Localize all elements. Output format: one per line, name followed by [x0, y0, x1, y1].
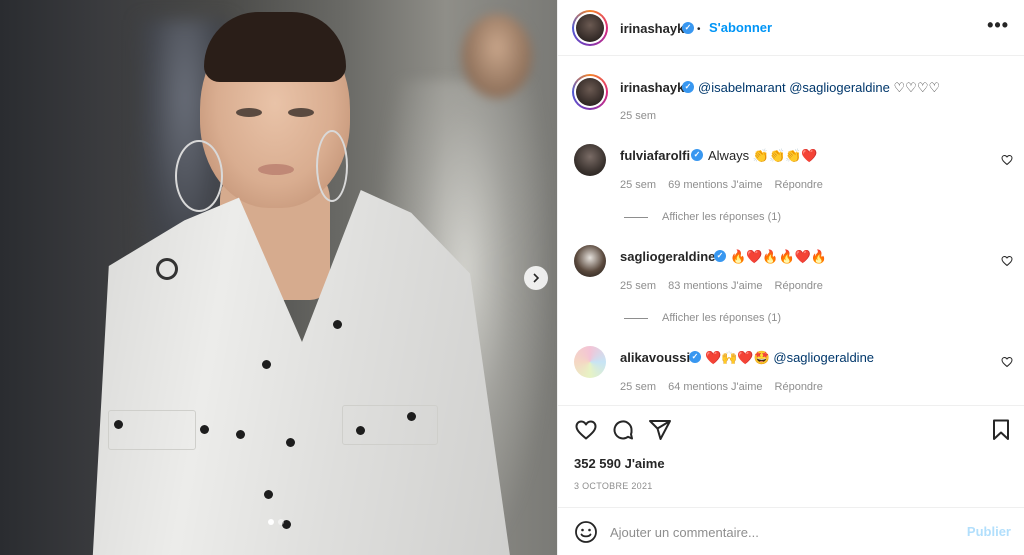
like-icon[interactable] — [574, 418, 598, 442]
post-header: irinashayk ✓ • S'abonner ••• — [558, 0, 1024, 56]
jacket-button — [236, 430, 245, 439]
model-eye-right — [288, 108, 314, 117]
comment-time[interactable]: 25 sem — [620, 179, 656, 191]
comment-meta: 25 sem 69 mentions J'aime Répondre — [620, 179, 823, 191]
verified-icon: ✓ — [682, 22, 694, 34]
caption-avatar[interactable] — [572, 74, 608, 110]
caption-text: @isabelmarant @sagliogeraldine ♡♡♡♡ — [698, 80, 940, 96]
model-hair — [204, 12, 346, 82]
jacket-button — [200, 425, 209, 434]
heart-small-icon[interactable] — [1001, 356, 1013, 368]
comment-body: Always — [708, 148, 750, 163]
comment-emoji: 🔥❤️🔥🔥❤️🔥 — [730, 250, 828, 265]
comment-avatar[interactable] — [574, 346, 606, 378]
jacket-button — [262, 360, 271, 369]
caption-meta: 25 sem — [620, 110, 656, 122]
jacket-button — [407, 412, 416, 421]
comment-username[interactable]: sagliogeraldine — [620, 249, 715, 264]
comment-time[interactable]: 25 sem — [620, 280, 656, 292]
reply-button[interactable]: Répondre — [775, 381, 823, 393]
caption-hearts: ♡♡♡♡ — [893, 81, 941, 96]
chevron-right-icon — [533, 273, 540, 283]
caption-time[interactable]: 25 sem — [620, 110, 656, 122]
jacket-pocket-right — [342, 405, 438, 445]
view-replies-button[interactable]: Afficher les réponses (1) — [624, 312, 781, 324]
action-bar — [558, 405, 1024, 451]
comment-likes[interactable]: 64 mentions J'aime — [668, 381, 762, 393]
caption-mentions[interactable]: @isabelmarant @sagliogeraldine — [698, 80, 890, 95]
post-date[interactable]: 3 OCTOBRE 2021 — [574, 481, 653, 491]
comment-meta: 25 sem 64 mentions J'aime Répondre — [620, 381, 823, 393]
comment-meta: 25 sem 83 mentions J'aime Répondre — [620, 280, 823, 292]
post-sidebar: irinashayk ✓ • S'abonner ••• irinashayk … — [557, 0, 1024, 555]
carousel-dot-active — [268, 519, 274, 525]
comment-time[interactable]: 25 sem — [620, 381, 656, 393]
emoji-icon[interactable] — [574, 520, 598, 544]
hoop-earring-left — [175, 140, 223, 212]
comment-emoji: ❤️🙌❤️🤩 — [705, 351, 770, 366]
author-username[interactable]: irinashayk — [620, 21, 684, 36]
verified-icon: ✓ — [689, 351, 701, 363]
jacket-button — [264, 490, 273, 499]
jacket-pocket-left — [108, 410, 196, 450]
comments-list[interactable]: irinashayk ✓ @isabelmarant @sagliogerald… — [558, 57, 1024, 405]
view-replies-label: Afficher les réponses (1) — [662, 211, 782, 223]
reply-button[interactable]: Répondre — [775, 280, 823, 292]
comment-avatar[interactable] — [574, 245, 606, 277]
carousel-next-button[interactable] — [524, 266, 548, 290]
carousel-dot — [278, 519, 284, 525]
save-icon[interactable] — [989, 418, 1013, 442]
jacket-button — [286, 438, 295, 447]
comment-input[interactable] — [610, 522, 950, 542]
replies-line — [624, 317, 648, 319]
heart-small-icon[interactable] — [1001, 255, 1013, 267]
comment-form: Publier — [558, 507, 1024, 555]
replies-line — [624, 216, 648, 218]
hoop-earring-right — [316, 130, 348, 202]
caption-username[interactable]: irinashayk — [620, 80, 684, 95]
comment-icon[interactable] — [611, 418, 635, 442]
share-icon[interactable] — [648, 418, 672, 442]
comment-likes[interactable]: 83 mentions J'aime — [668, 280, 762, 292]
more-options-button[interactable]: ••• — [987, 15, 1009, 36]
reply-button[interactable]: Répondre — [775, 179, 823, 191]
comment-username[interactable]: alikavoussi — [620, 350, 690, 365]
author-avatar[interactable] — [572, 10, 608, 46]
comment-emoji: 👏👏👏❤️ — [752, 149, 818, 164]
verified-icon: ✓ — [714, 250, 726, 262]
comment-username[interactable]: fulviafarolfi — [620, 148, 690, 163]
comment-likes[interactable]: 69 mentions J'aime — [668, 179, 762, 191]
comment-text: ❤️🙌❤️🤩 @sagliogeraldine — [705, 350, 874, 366]
comment-avatar[interactable] — [574, 144, 606, 176]
jacket-button — [333, 320, 342, 329]
likes-count[interactable]: 352 590 J'aime — [574, 456, 665, 471]
jacket-button — [114, 420, 123, 429]
publish-button[interactable]: Publier — [967, 524, 1011, 539]
comment-text: Always 👏👏👏❤️ — [708, 148, 818, 164]
view-replies-label: Afficher les réponses (1) — [662, 312, 782, 324]
jacket-ring — [156, 258, 178, 280]
model-lips — [258, 164, 294, 175]
follow-button[interactable]: S'abonner — [709, 20, 772, 35]
verified-icon: ✓ — [682, 81, 694, 93]
heart-small-icon[interactable] — [1001, 154, 1013, 166]
post-photo[interactable] — [0, 0, 557, 555]
comment-mention[interactable]: @sagliogeraldine — [773, 350, 874, 365]
verified-icon: ✓ — [691, 149, 703, 161]
background-head — [462, 14, 532, 98]
comment-text: 🔥❤️🔥🔥❤️🔥 — [730, 249, 827, 265]
model-eye-left — [236, 108, 262, 117]
view-replies-button[interactable]: Afficher les réponses (1) — [624, 211, 781, 223]
separator-dot: • — [697, 24, 701, 35]
carousel-dots — [268, 519, 284, 525]
jacket-button — [356, 426, 365, 435]
